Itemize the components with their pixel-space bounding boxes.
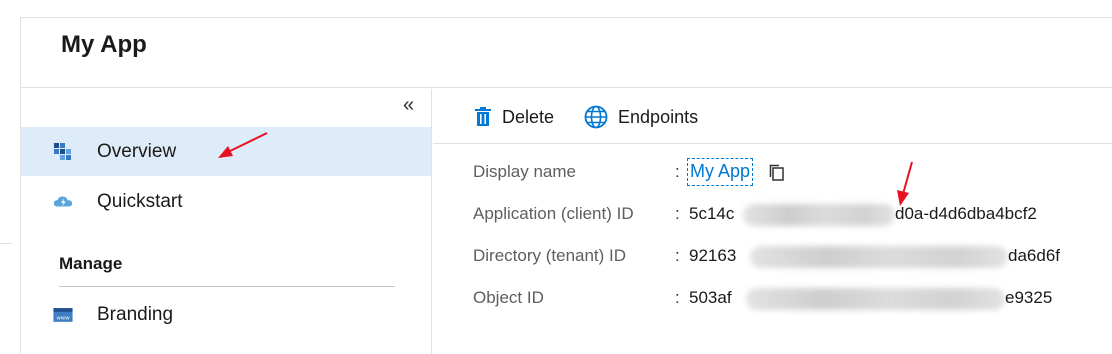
property-row-client-id: Application (client) ID : 5c14c d0a-d4d6…	[473, 202, 1093, 230]
sidebar-item-quickstart[interactable]: Quickstart	[21, 177, 431, 226]
property-separator: :	[675, 204, 680, 223]
delete-button[interactable]: Delete	[474, 107, 554, 128]
sidebar-item-label: Branding	[97, 303, 174, 325]
property-key: Object ID	[473, 288, 544, 307]
delete-label: Delete	[502, 106, 555, 127]
page-title: My App	[61, 31, 147, 58]
property-row-object-id: Object ID : 503af e9325	[473, 286, 1093, 314]
redaction-blur	[750, 246, 1008, 268]
svg-text:www: www	[56, 316, 70, 322]
sidebar: « Overview Quickstart Manage www Brandin…	[21, 89, 432, 354]
redaction-blur	[743, 204, 895, 226]
display-name-link[interactable]: My App	[687, 158, 754, 186]
property-separator: :	[675, 246, 680, 265]
endpoints-label: Endpoints	[618, 106, 699, 127]
manage-section-title: Manage	[59, 254, 123, 273]
property-key: Display name	[473, 162, 576, 181]
blade-header: My App	[21, 18, 1112, 88]
endpoints-button[interactable]: Endpoints	[584, 105, 698, 129]
divider	[433, 143, 1112, 144]
property-separator: :	[675, 288, 680, 307]
object-id-value-end[interactable]: e9325	[1005, 288, 1052, 308]
property-row-tenant-id: Directory (tenant) ID : 92163 da6d6f	[473, 244, 1093, 272]
command-bar: Delete Endpoints	[474, 102, 728, 132]
copy-icon[interactable]	[768, 164, 786, 182]
sidebar-item-label: Quickstart	[97, 190, 183, 212]
divider	[59, 286, 395, 287]
www-window-icon: www	[53, 308, 73, 322]
cloud-lightning-icon	[53, 196, 73, 207]
redaction-blur	[746, 288, 1005, 310]
globe-icon	[584, 105, 608, 129]
property-key: Application (client) ID	[473, 204, 634, 223]
client-id-value-end[interactable]: d0a-d4d6dba4bcf2	[895, 204, 1037, 224]
client-id-value-start[interactable]: 5c14c	[689, 204, 734, 224]
sidebar-item-branding[interactable]: www Branding	[21, 290, 431, 339]
object-id-value-start[interactable]: 503af	[689, 288, 732, 308]
annotation-arrow-icon	[218, 132, 268, 158]
property-row-display-name: Display name : My App	[473, 158, 1093, 188]
divider	[0, 243, 12, 244]
tenant-id-value-start[interactable]: 92163	[689, 246, 736, 266]
property-key: Directory (tenant) ID	[473, 246, 627, 265]
sidebar-item-label: Overview	[97, 140, 177, 162]
tenant-id-value-end[interactable]: da6d6f	[1008, 246, 1060, 266]
grid-cube-icon	[54, 143, 71, 160]
property-separator: :	[675, 162, 680, 181]
collapse-sidebar-button[interactable]: «	[403, 95, 414, 115]
trash-icon	[475, 107, 491, 126]
